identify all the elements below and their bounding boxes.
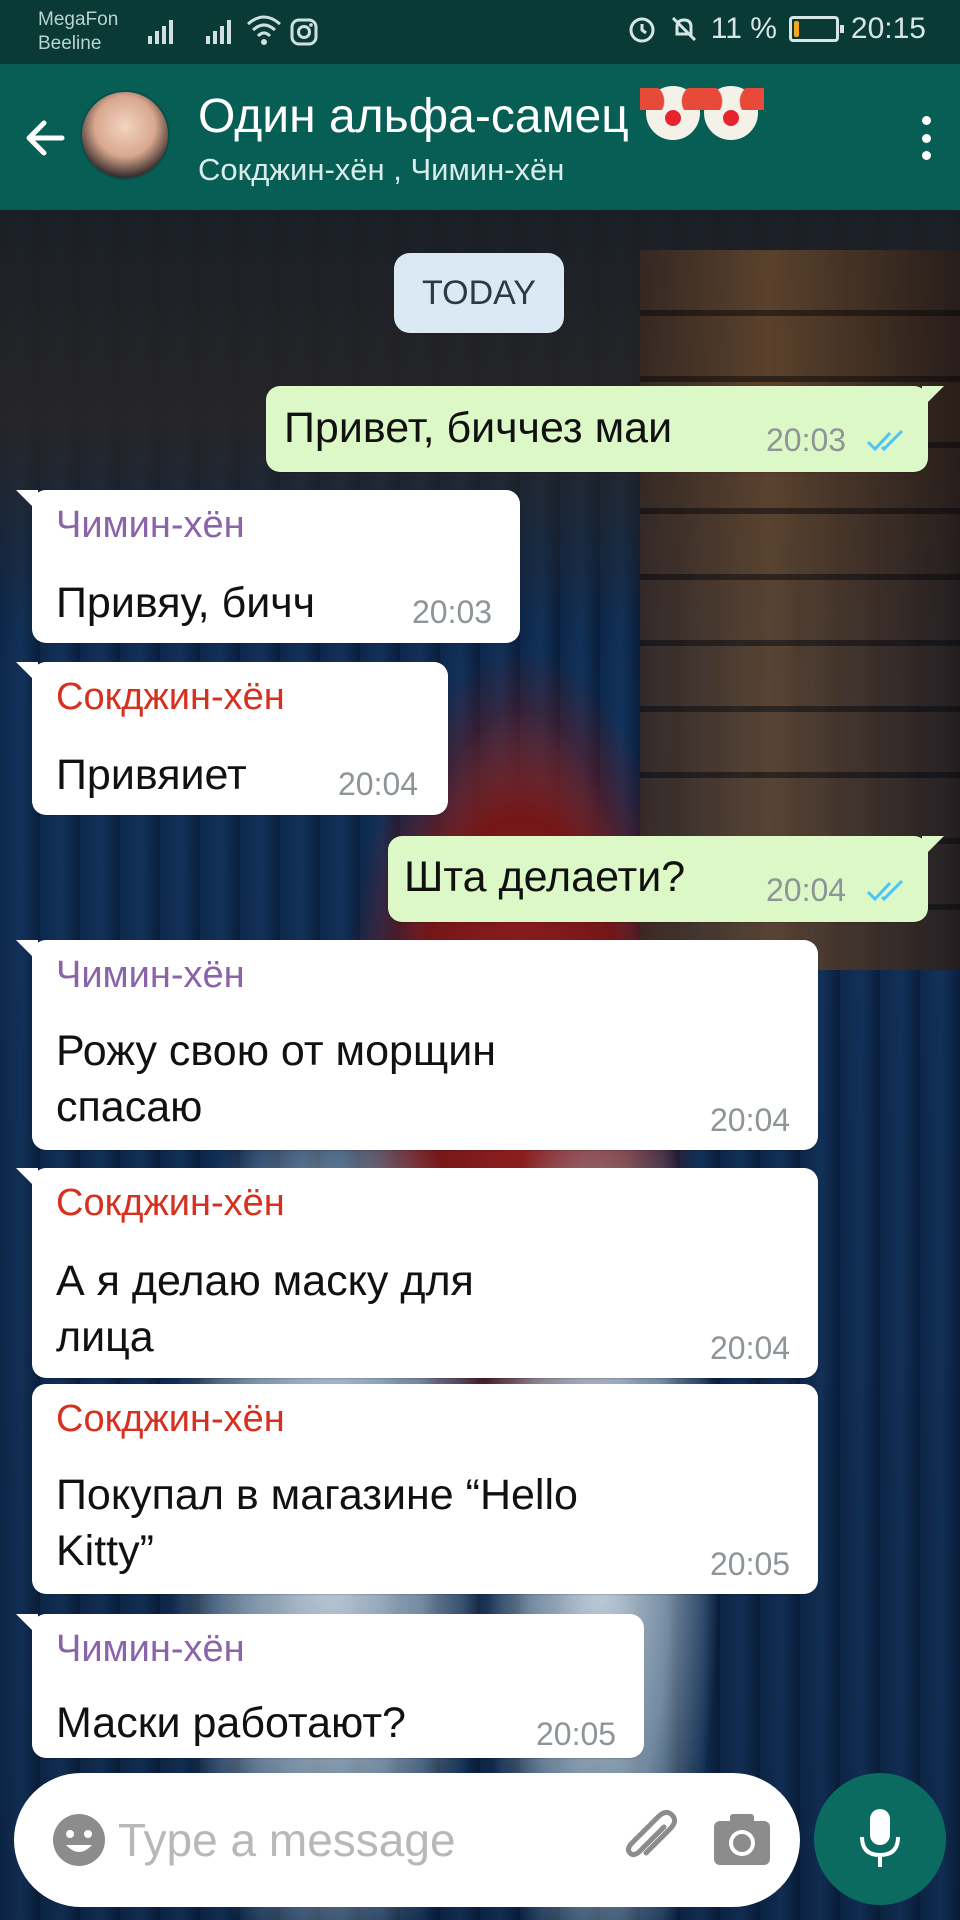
- read-receipt-icon: [866, 879, 904, 902]
- message-text-line: спасаю: [56, 1083, 203, 1131]
- back-arrow-icon[interactable]: [18, 110, 74, 166]
- clock: 20:15: [850, 12, 926, 45]
- message-text: Шта делаети?: [404, 853, 686, 901]
- message-text: Привет, биччез маи: [284, 404, 673, 452]
- message-text: Маски работают?: [56, 1699, 406, 1747]
- sender-name: Сокджин-хён: [56, 676, 285, 718]
- microphone-icon: [860, 1809, 900, 1867]
- chat-title-text: Один альфа-самец: [198, 90, 629, 143]
- message-time: 20:03: [412, 594, 493, 630]
- chat-title[interactable]: Один альфа-самец: [198, 86, 765, 144]
- date-divider: TODAY: [394, 253, 564, 333]
- clown-emoji: [698, 86, 765, 140]
- sender-name: Чимин-хён: [56, 1628, 245, 1670]
- sender-name: Чимин-хён: [56, 954, 245, 996]
- message-time: 20:05: [536, 1716, 617, 1752]
- battery-icon: [788, 16, 844, 42]
- message-text-line: А я делаю маску для: [56, 1257, 474, 1305]
- carrier-names: MegaFon Beeline: [38, 8, 118, 56]
- message-bubble-incoming[interactable]: Сокджин-хён А я делаю маску для лица 20:…: [16, 1168, 818, 1378]
- alarm-icon: [629, 17, 655, 43]
- sender-name: Сокджин-хён: [56, 1182, 285, 1224]
- read-receipt-icon: [866, 429, 904, 452]
- message-text: Привяиет: [56, 751, 247, 799]
- wifi-icon: [247, 15, 281, 45]
- message-time: 20:04: [766, 872, 847, 908]
- sender-name: Сокджин-хён: [56, 1398, 285, 1440]
- instagram-icon: [290, 18, 318, 46]
- message-text-line: лица: [56, 1313, 154, 1361]
- signal-icon: [206, 16, 231, 44]
- message-bubble-outgoing[interactable]: Шта делаети? 20:04: [388, 836, 944, 922]
- chat-header: Один альфа-самец Сокджин-хён , Чимин-хён: [0, 64, 960, 210]
- carrier-2: Beeline: [38, 33, 102, 54]
- battery-level: [793, 21, 799, 37]
- message-bubble-outgoing[interactable]: Привет, биччез маи 20:03: [266, 386, 944, 472]
- message-time: 20:04: [710, 1102, 791, 1138]
- message-time: 20:03: [766, 422, 847, 458]
- signal-icon: [148, 16, 173, 44]
- message-composer: [14, 1773, 800, 1907]
- message-bubble-incoming[interactable]: Сокджин-хён Покупал в магазине “Hello Ki…: [32, 1384, 818, 1594]
- message-time: 20:04: [710, 1330, 791, 1366]
- message-text-line: Рожу свою от морщин: [56, 1027, 497, 1075]
- message-text: Привяу, бичч: [56, 579, 316, 627]
- camera-icon[interactable]: [712, 1811, 772, 1867]
- message-input[interactable]: [118, 1801, 598, 1879]
- group-avatar[interactable]: [80, 90, 170, 180]
- message-text-line: Kitty”: [56, 1527, 154, 1575]
- paperclip-icon[interactable]: [618, 1807, 682, 1871]
- clown-emoji: [640, 86, 707, 140]
- status-right-group: 11 % 20:15: [627, 12, 926, 46]
- message-bubble-incoming[interactable]: Чимин-хён Привяу, бичч 20:03: [16, 490, 520, 643]
- voice-message-button[interactable]: [814, 1773, 946, 1905]
- message-time: 20:05: [710, 1546, 791, 1582]
- mute-icon: [671, 16, 696, 42]
- carrier-1: MegaFon: [38, 9, 119, 30]
- status-bar: MegaFon Beeline 11 % 20:15: [0, 0, 960, 64]
- chat-participants[interactable]: Сокджин-хён , Чимин-хён: [198, 152, 564, 188]
- more-options-icon[interactable]: [906, 110, 946, 166]
- message-text-line: Покупал в магазине “Hello: [56, 1471, 578, 1519]
- message-bubble-incoming[interactable]: Чимин-хён Рожу свою от морщин спасаю 20:…: [16, 940, 818, 1150]
- sender-name: Чимин-хён: [56, 504, 245, 546]
- emoji-icon[interactable]: [50, 1811, 108, 1869]
- message-bubble-incoming[interactable]: Чимин-хён Маски работают? 20:05: [16, 1614, 644, 1758]
- message-time: 20:04: [338, 766, 419, 802]
- battery-percent: 11 %: [710, 12, 777, 45]
- message-bubble-incoming[interactable]: Сокджин-хён Привяиет 20:04: [16, 662, 448, 815]
